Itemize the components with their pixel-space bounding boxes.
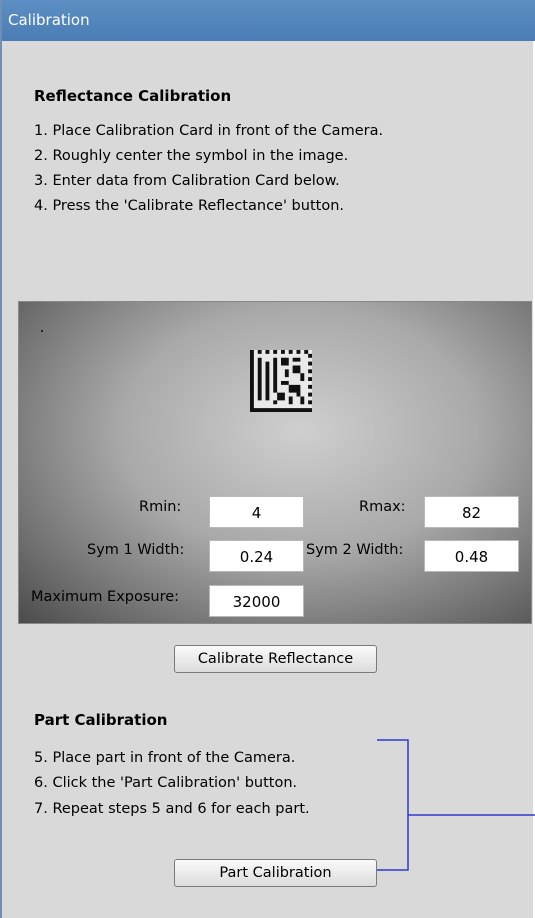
rmin-field[interactable]: 4 bbox=[209, 496, 304, 528]
part-calibration-button[interactable]: Part Calibration bbox=[174, 859, 377, 887]
image-speck bbox=[41, 330, 43, 332]
reflectance-step-3: 3. Enter data from Calibration Card belo… bbox=[34, 173, 340, 189]
part-step-7: 7. Repeat steps 5 and 6 for each part. bbox=[34, 801, 310, 817]
reflectance-step-1: 1. Place Calibration Card in front of th… bbox=[34, 123, 384, 139]
reflectance-heading: Reflectance Calibration bbox=[34, 87, 232, 105]
rmax-field[interactable]: 82 bbox=[424, 496, 519, 528]
steps-bracket bbox=[377, 739, 535, 871]
reflectance-step-4: 4. Press the 'Calibrate Reflectance' but… bbox=[34, 198, 344, 214]
panel-title: Calibration bbox=[2, 0, 535, 41]
sym2-width-field[interactable]: 0.48 bbox=[424, 540, 519, 572]
rmin-label: Rmin: bbox=[139, 499, 182, 515]
part-step-6: 6. Click the 'Part Calibration' button. bbox=[34, 775, 298, 791]
part-heading: Part Calibration bbox=[34, 711, 168, 729]
calibration-panel: Calibration Reflectance Calibration 1. P… bbox=[0, 0, 535, 918]
sym1-width-field[interactable]: 0.24 bbox=[209, 540, 304, 572]
max-exposure-field[interactable]: 32000 bbox=[209, 585, 304, 617]
rmax-label: Rmax: bbox=[359, 499, 406, 515]
calibrate-reflectance-button[interactable]: Calibrate Reflectance bbox=[174, 645, 377, 673]
sym2-width-label: Sym 2 Width: bbox=[306, 542, 404, 558]
sym1-width-label: Sym 1 Width: bbox=[87, 542, 185, 558]
reflectance-step-2: 2. Roughly center the symbol in the imag… bbox=[34, 148, 349, 164]
camera-image: Rmin: 4 Rmax: 82 Sym 1 Width: 0.24 Sym 2… bbox=[18, 301, 532, 624]
part-step-5: 5. Place part in front of the Camera. bbox=[34, 750, 296, 766]
max-exposure-label: Maximum Exposure: bbox=[31, 589, 180, 605]
datamatrix-symbol-icon bbox=[250, 350, 312, 412]
